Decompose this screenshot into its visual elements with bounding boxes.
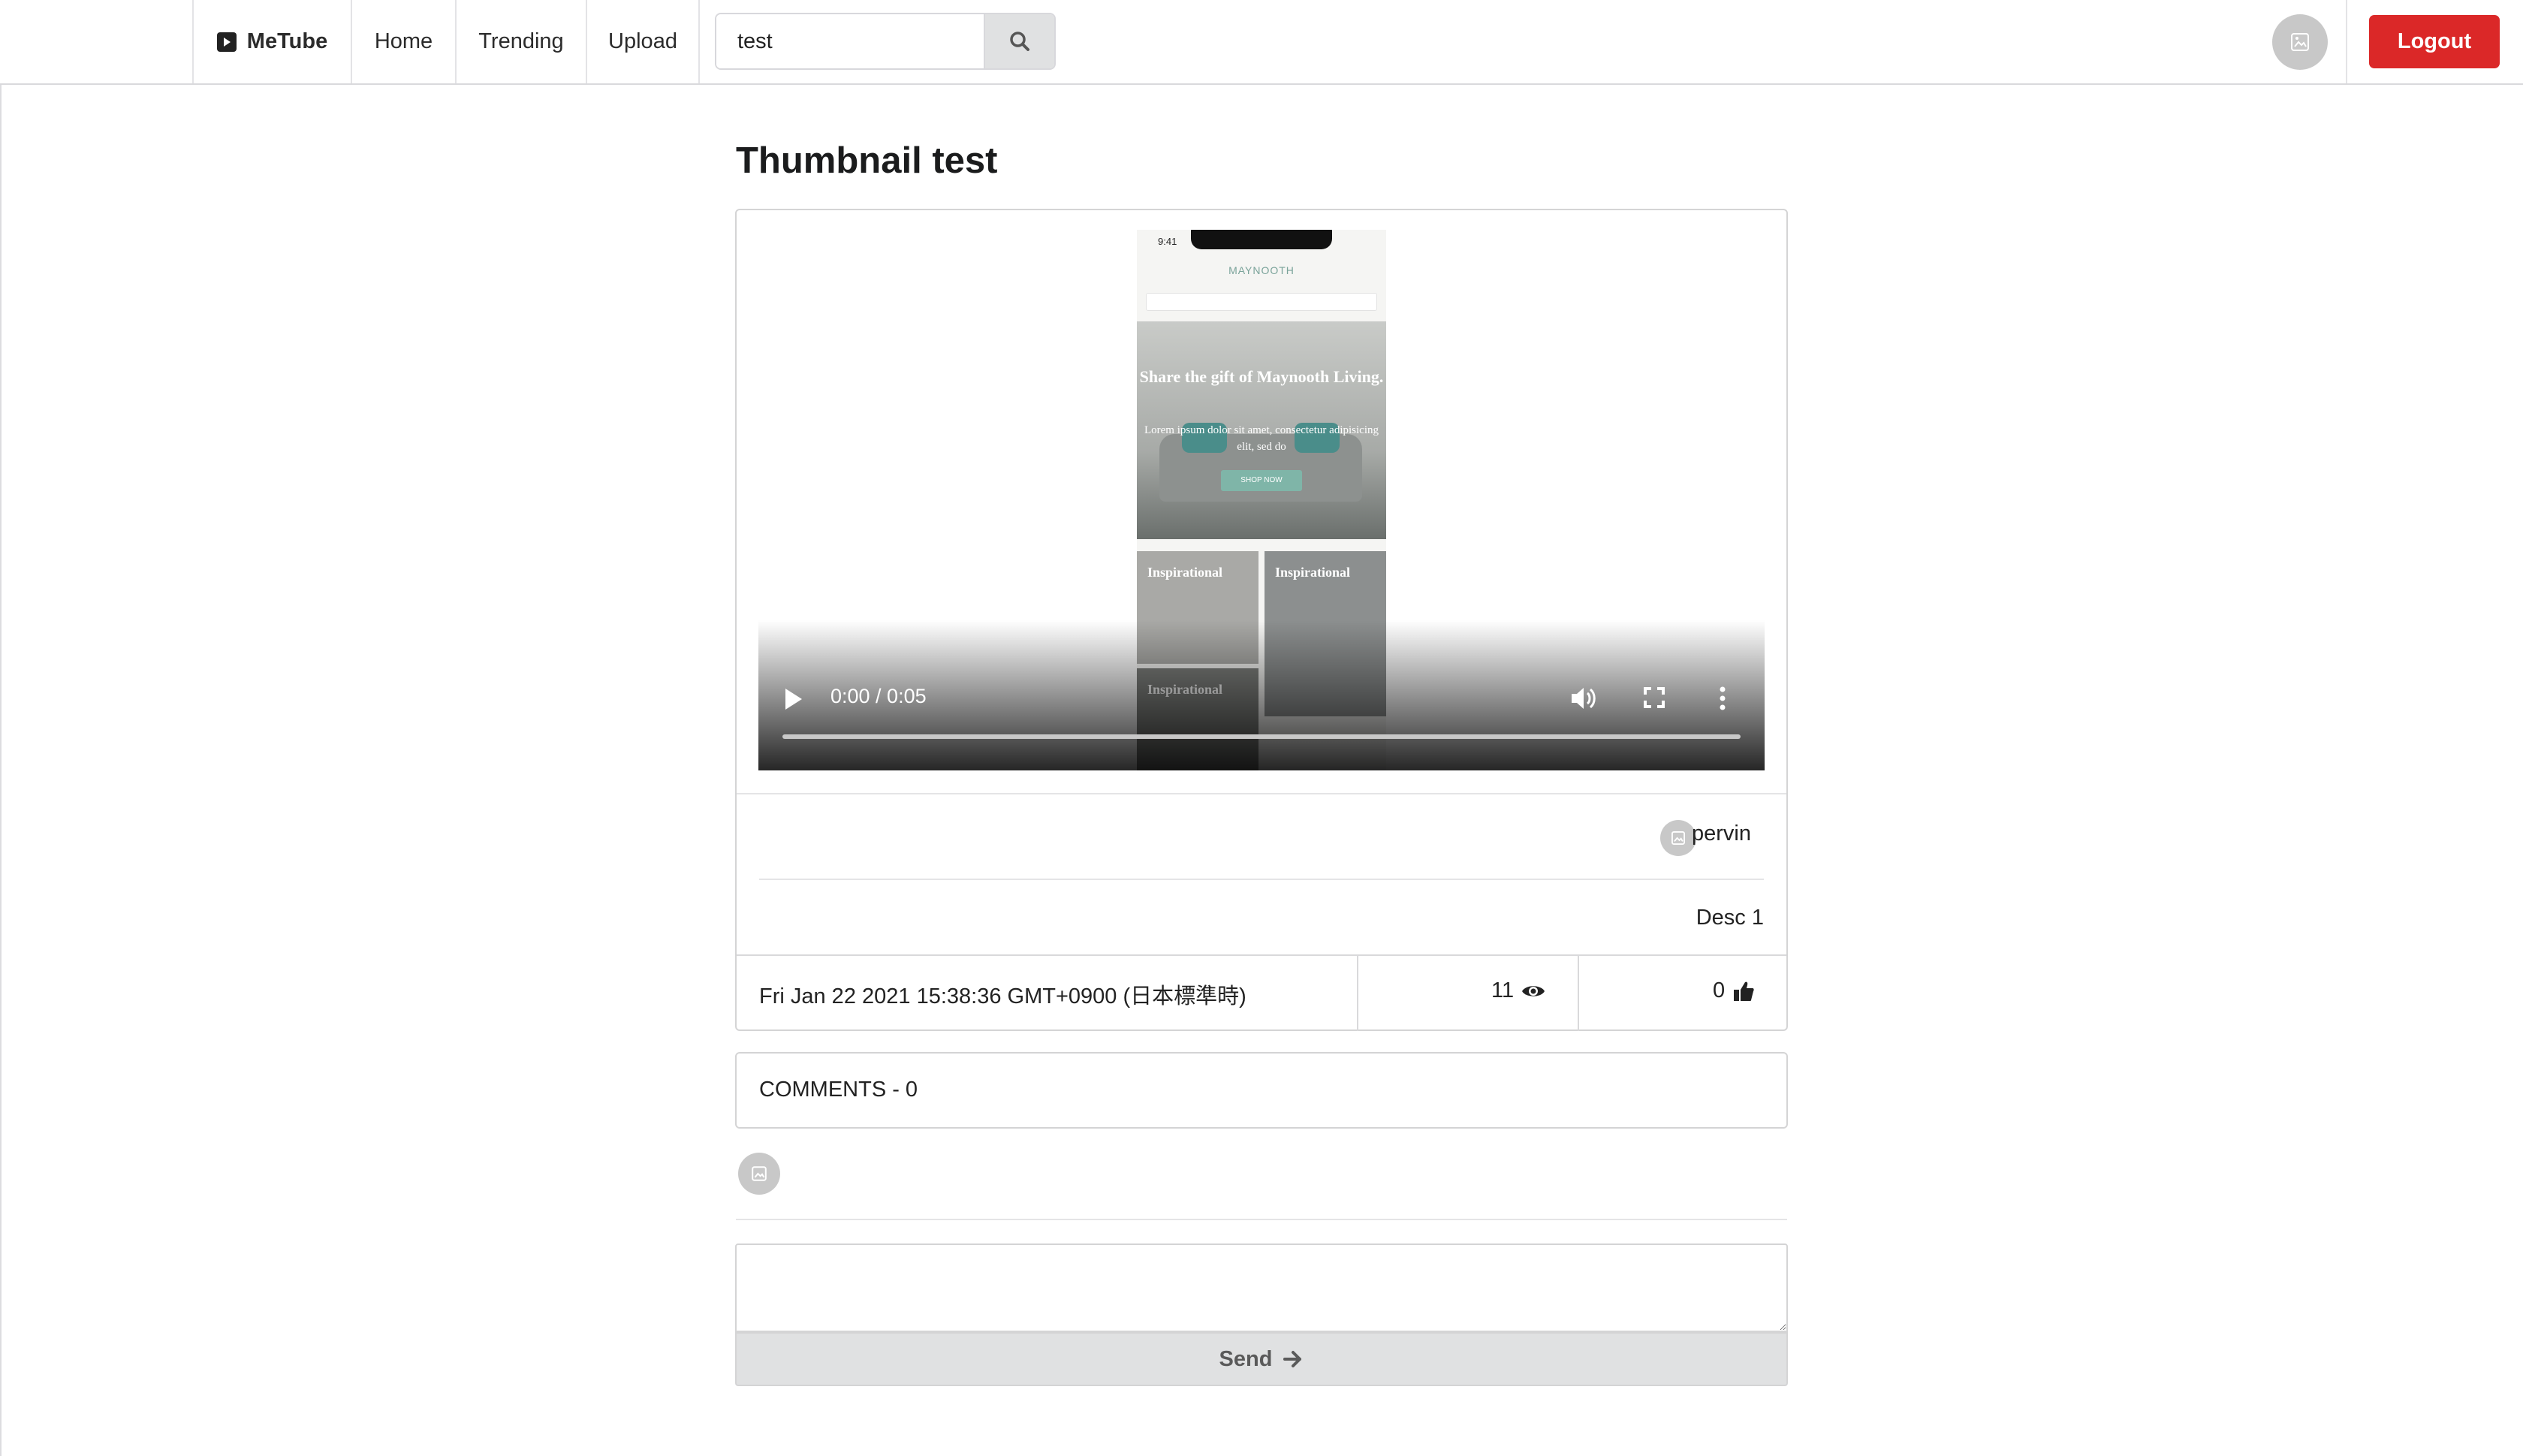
card-divider — [737, 793, 1786, 794]
volume-icon — [1572, 688, 1596, 709]
seek-bar[interactable] — [782, 734, 1741, 739]
view-count-value: 11 — [1491, 978, 1515, 1002]
fullscreen-button[interactable] — [1641, 685, 1667, 714]
logout-button[interactable]: Logout — [2369, 15, 2500, 68]
thumbnail-search — [1146, 293, 1377, 311]
phone-notch — [1191, 230, 1332, 249]
nav-separator — [2346, 0, 2347, 83]
fullscreen-icon — [1644, 687, 1665, 708]
video-title: Thumbnail test — [736, 140, 998, 181]
arrow-right-icon — [1283, 1351, 1302, 1367]
video-meta-row: Fri Jan 22 2021 15:38:36 GMT+0900 (日本標準時… — [737, 954, 1786, 1031]
video-description: Desc 1 — [1696, 906, 1764, 930]
play-icon — [785, 689, 802, 710]
time-display: 0:00 / 0:05 — [830, 685, 927, 707]
thumbnail-clock: 9:41 — [1158, 236, 1177, 247]
user-avatar[interactable] — [2272, 14, 2328, 70]
comments-header: COMMENTS - 0 — [735, 1052, 1788, 1129]
image-placeholder-icon — [752, 1166, 767, 1181]
play-button[interactable] — [782, 686, 805, 716]
thumbnail-hero-title: Share the gift of Maynooth Living. — [1139, 367, 1384, 386]
search-input[interactable] — [716, 14, 984, 68]
eye-icon — [1522, 985, 1545, 996]
thumbnail-hero-button: SHOP NOW — [1221, 470, 1302, 491]
image-placeholder-icon — [2291, 33, 2309, 51]
like-count-value: 0 — [1713, 978, 1726, 1002]
upload-date: Fri Jan 22 2021 15:38:36 GMT+0900 (日本標準時… — [759, 984, 1246, 1008]
search-button[interactable] — [984, 14, 1054, 68]
search-icon — [1010, 32, 1029, 51]
nav-trending[interactable]: Trending — [455, 0, 586, 83]
send-label: Send — [1219, 1346, 1273, 1371]
commenter-avatar — [738, 1153, 780, 1195]
thumbnail-hero: Share the gift of Maynooth Living. Lorem… — [1137, 321, 1386, 539]
video-player[interactable]: 9:41 MAYNOOTH Share the gift of Maynooth… — [758, 230, 1765, 770]
comment-divider — [736, 1219, 1787, 1220]
brand-name: MeTube — [246, 29, 328, 53]
top-navbar: MeTube Home Trending Upload Logout — [0, 0, 2523, 85]
nav-upload[interactable]: Upload — [586, 0, 700, 83]
thumbnail-hero-sub: Lorem ipsum dolor sit amet, consectetur … — [1144, 424, 1379, 453]
comments-count-label: COMMENTS - 0 — [759, 1078, 918, 1102]
view-count: 11 — [1491, 978, 1545, 1003]
image-placeholder-icon — [1671, 831, 1685, 845]
tile-label: Inspirational — [1147, 565, 1223, 580]
more-vertical-icon — [1720, 686, 1726, 710]
author-name[interactable]: pervin — [1692, 821, 1751, 846]
inner-divider — [759, 879, 1764, 880]
play-logo-icon — [216, 32, 237, 52]
search-bar — [715, 13, 1056, 70]
send-button[interactable]: Send — [735, 1332, 1788, 1386]
like-button[interactable]: 0 — [1713, 978, 1755, 1003]
thumbs-up-icon — [1734, 981, 1754, 1001]
author-avatar[interactable] — [1660, 820, 1696, 856]
more-options-button[interactable] — [1717, 685, 1729, 716]
thumbnail-brand: MAYNOOTH — [1228, 264, 1295, 276]
tile-label: Inspirational — [1275, 565, 1351, 580]
brand-link[interactable]: MeTube — [192, 0, 351, 83]
mute-button[interactable] — [1569, 685, 1598, 716]
meta-separator — [1357, 956, 1358, 1031]
meta-separator — [1578, 956, 1579, 1031]
nav-home[interactable]: Home — [351, 0, 455, 83]
comment-textarea[interactable] — [735, 1243, 1788, 1332]
